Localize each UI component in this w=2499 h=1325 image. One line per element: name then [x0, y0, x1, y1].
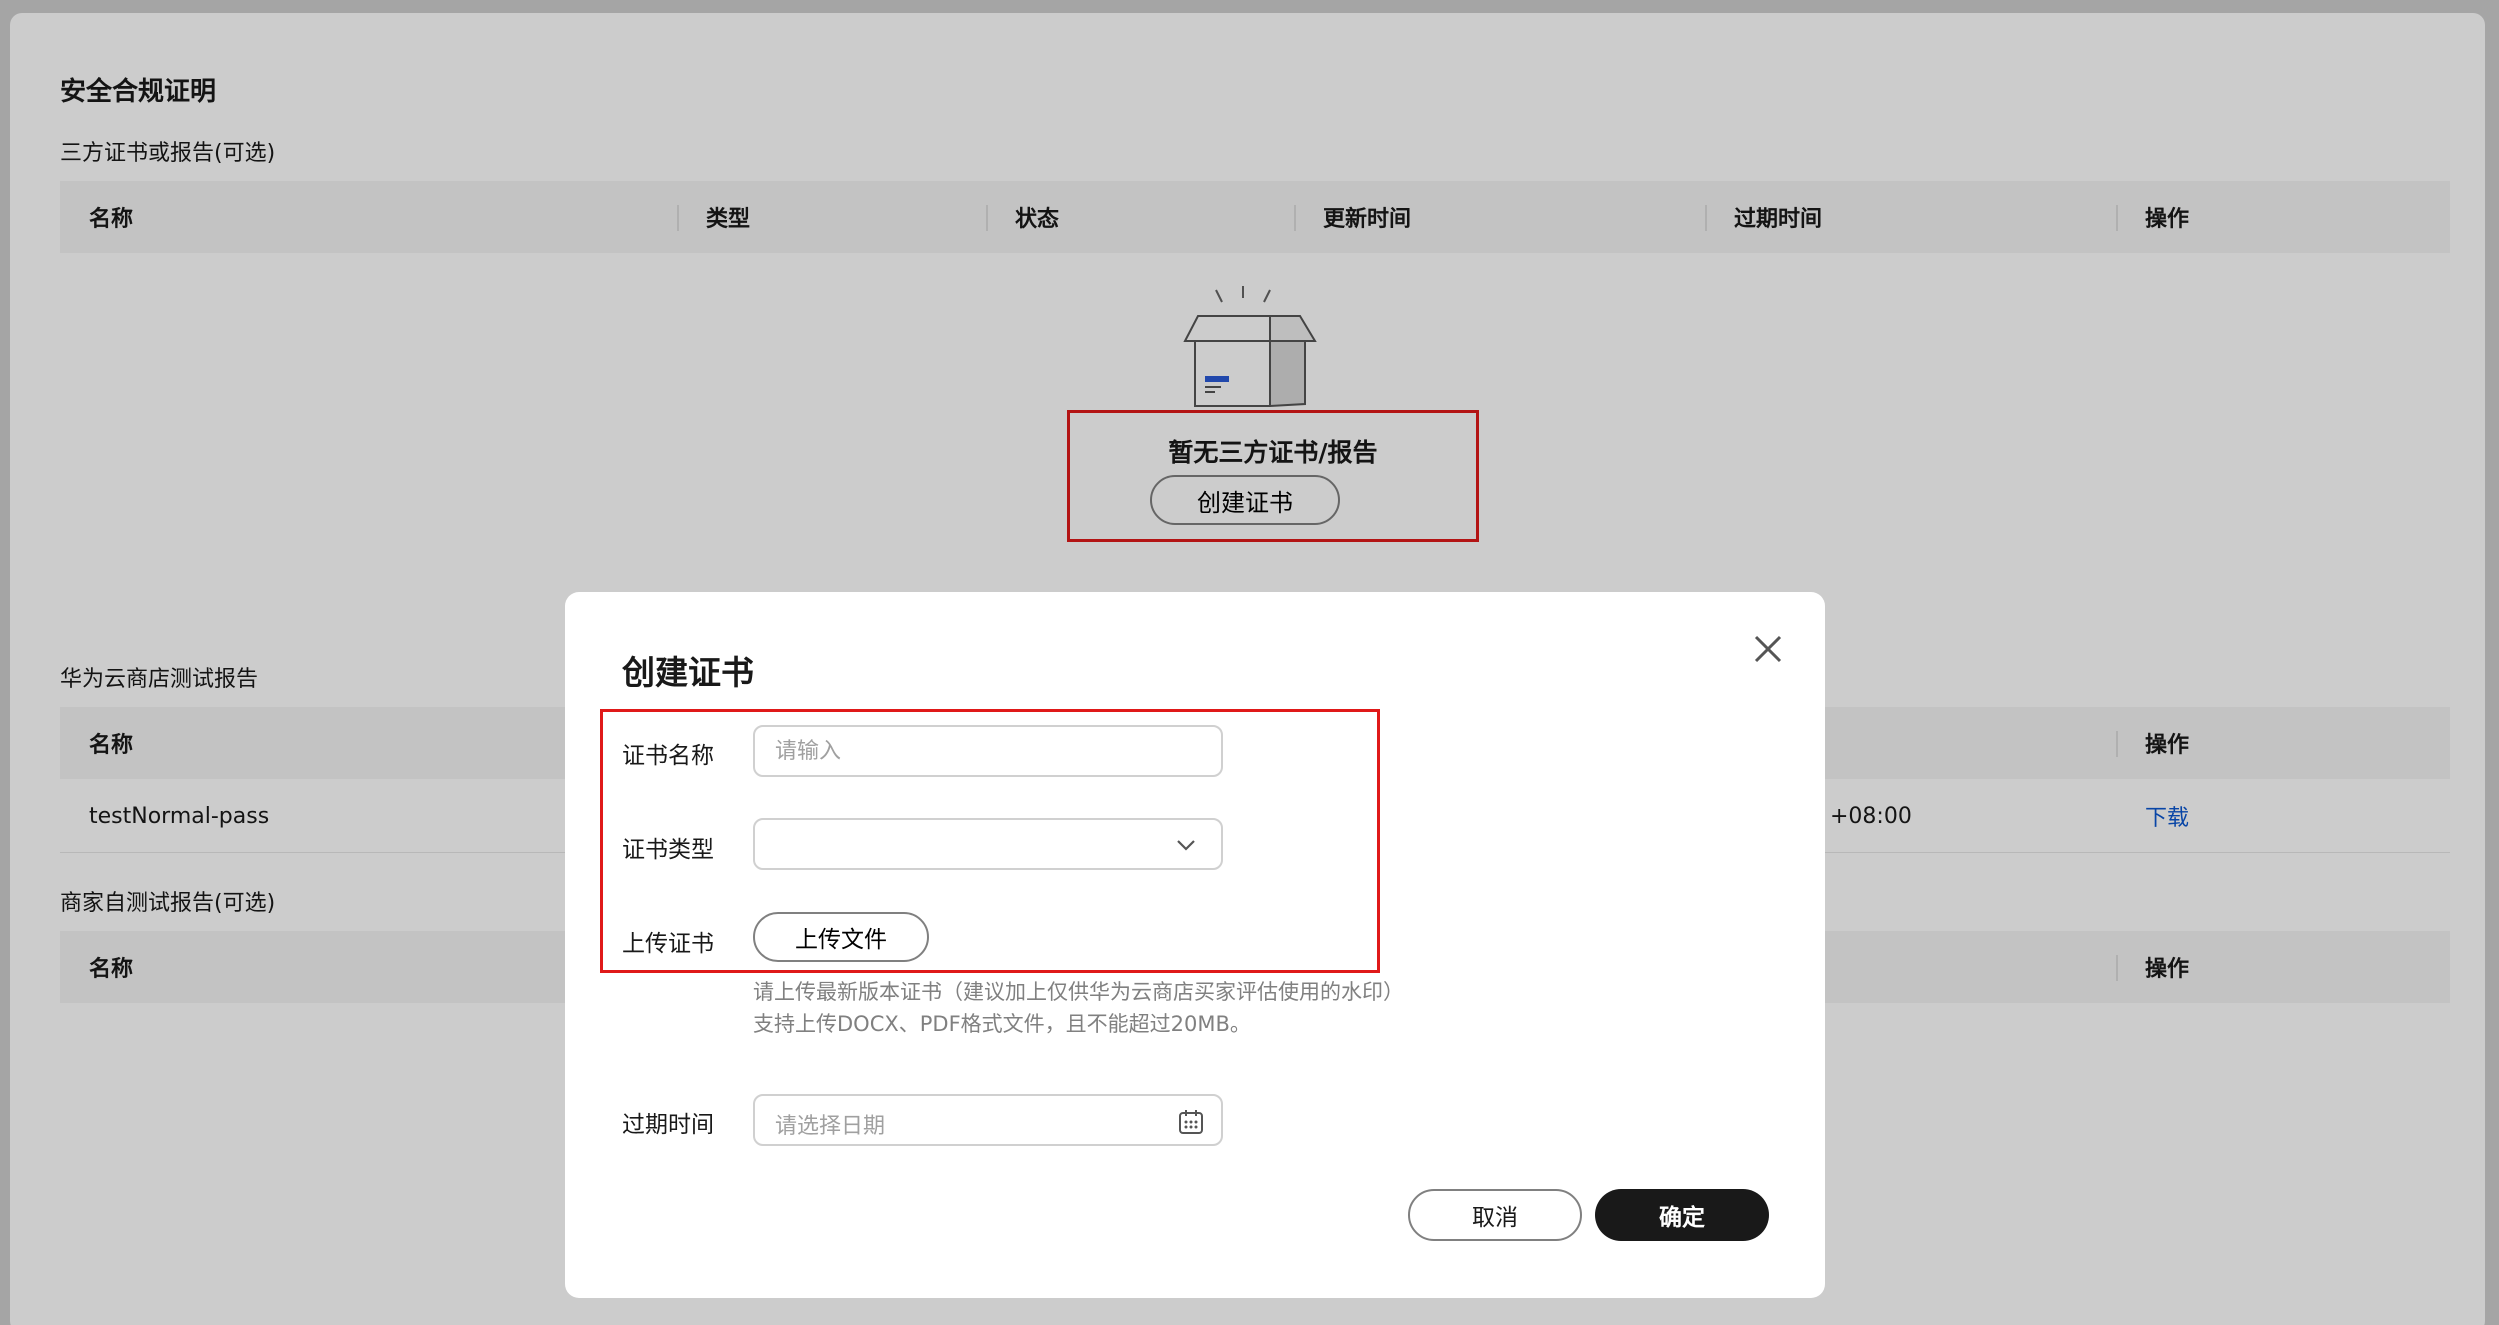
certificate-type-label: 证书类型 — [622, 837, 714, 863]
create-certificate-dialog: 创建证书 证书名称 证书类型 上传证书 上传文件 请上传最新版本证书（建议加上仅… — [565, 592, 1825, 1298]
dialog-title: 创建证书 — [622, 653, 754, 692]
upload-hint-watermark: 请上传最新版本证书（建议加上仅供华为云商店买家评估使用的水印） — [753, 980, 1404, 1004]
upload-hint-format: 支持上传DOCX、PDF格式文件，且不能超过20MB。 — [753, 1012, 1251, 1036]
calendar-icon[interactable] — [1177, 1108, 1205, 1136]
cancel-button[interactable]: 取消 — [1408, 1189, 1582, 1241]
certificate-name-input[interactable] — [753, 725, 1223, 777]
confirm-button[interactable]: 确定 — [1595, 1189, 1769, 1241]
chevron-down-icon — [1177, 840, 1195, 851]
upload-file-button[interactable]: 上传文件 — [753, 912, 929, 962]
expire-time-label: 过期时间 — [622, 1112, 714, 1138]
date-placeholder: 请选择日期 — [775, 1114, 886, 1139]
expire-date-picker[interactable]: 请选择日期 — [753, 1094, 1223, 1146]
close-icon[interactable] — [1748, 629, 1788, 669]
upload-certificate-label: 上传证书 — [622, 931, 714, 957]
certificate-name-label: 证书名称 — [622, 743, 714, 769]
certificate-type-select[interactable] — [753, 818, 1223, 870]
